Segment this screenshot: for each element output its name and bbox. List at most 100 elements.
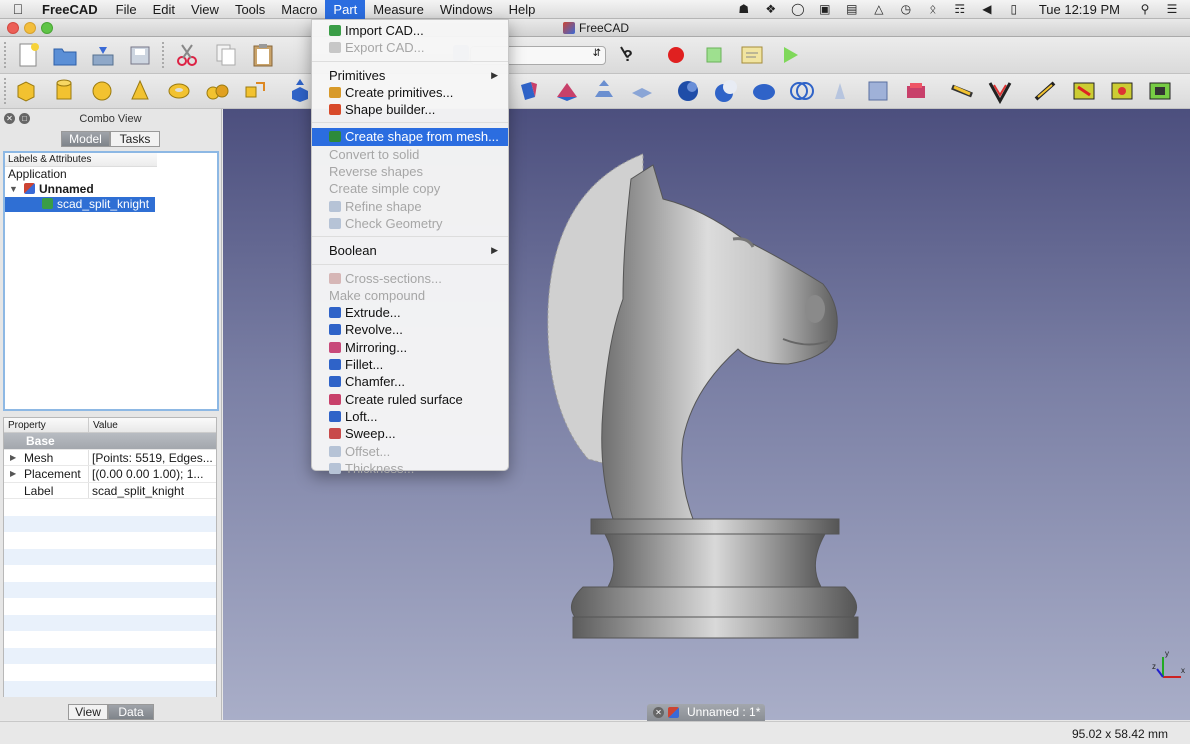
menu-item-fillet[interactable]: Fillet...	[312, 356, 508, 373]
toolbar-grip[interactable]	[4, 78, 8, 104]
menu-item-mirroring[interactable]: Mirroring...	[312, 339, 508, 356]
measure-angular-icon[interactable]	[986, 77, 1014, 105]
bluetooth-icon[interactable]: ᛟ	[925, 3, 941, 16]
expand-arrow-icon[interactable]: ▼	[9, 182, 18, 197]
menu-item-loft[interactable]: Loft...	[312, 408, 508, 425]
measure-linear-icon[interactable]	[948, 77, 976, 105]
float-icon[interactable]: □	[19, 113, 30, 124]
save-icon[interactable]	[89, 41, 117, 69]
spotlight-search-icon[interactable]: ⚲	[1137, 3, 1153, 16]
dropbox-icon[interactable]: ❖	[763, 3, 779, 16]
tree-column-header[interactable]: Labels & Attributes	[5, 153, 157, 167]
new-document-icon[interactable]	[14, 41, 42, 69]
tree-item-application[interactable]: Application	[5, 167, 217, 182]
screen-share-icon[interactable]: ▤	[844, 3, 860, 16]
creative-cloud-icon[interactable]: ◯	[790, 3, 806, 16]
macro-stop-icon[interactable]	[700, 41, 728, 69]
notification-center-icon[interactable]: ☰	[1164, 3, 1180, 16]
menu-item-create-shape-from-mesh[interactable]: Create shape from mesh...	[312, 128, 508, 146]
shape-builder-icon[interactable]	[241, 77, 269, 105]
menu-item-boolean[interactable]: Boolean ▶	[312, 242, 508, 259]
evernote-icon[interactable]: ☗	[736, 3, 752, 16]
compound-tools-icon[interactable]	[902, 77, 930, 105]
property-value[interactable]: [Points: 5519, Edges...	[89, 450, 216, 466]
measure-refresh-icon[interactable]	[1032, 77, 1060, 105]
cut-shapes-icon[interactable]	[712, 77, 740, 105]
menu-item-primitives[interactable]: Primitives ▶	[312, 67, 508, 84]
value-column-header[interactable]: Value	[89, 418, 216, 432]
menu-view[interactable]: View	[183, 0, 227, 19]
menu-item-convert-to-solid[interactable]: Convert to solid	[312, 146, 508, 163]
loft-icon[interactable]	[590, 77, 618, 105]
boolean-icon[interactable]	[674, 77, 702, 105]
macro-edit-icon[interactable]	[738, 41, 766, 69]
extrude-icon[interactable]	[286, 77, 314, 105]
close-icon[interactable]: ✕	[4, 113, 15, 124]
menu-file[interactable]: File	[108, 0, 145, 19]
volume-icon[interactable]: ◀	[979, 3, 995, 16]
menu-macro[interactable]: Macro	[273, 0, 325, 19]
tree-item-document[interactable]: ▼ Unnamed	[5, 182, 217, 197]
menu-item-thickness[interactable]: Thickness...	[312, 460, 508, 477]
menu-item-create-primitives[interactable]: Create primitives...	[312, 84, 508, 101]
whats-this-help-icon[interactable]: ?	[617, 41, 645, 69]
menu-item-shape-builder[interactable]: Shape builder...	[312, 101, 508, 118]
copy-icon[interactable]	[212, 41, 240, 69]
tube-icon[interactable]	[203, 77, 231, 105]
property-row-mesh[interactable]: ▶ Mesh [Points: 5519, Edges...	[4, 449, 216, 466]
facetime-icon[interactable]: ▣	[817, 3, 833, 16]
tab-tasks[interactable]: Tasks	[110, 131, 160, 147]
time-machine-icon[interactable]: ◷	[898, 3, 914, 16]
expand-arrow-icon[interactable]: ▶	[10, 466, 16, 482]
offset-icon[interactable]	[628, 77, 656, 105]
menu-item-cross-sections[interactable]: Cross-sections...	[312, 270, 508, 287]
notification-icon[interactable]: △	[871, 3, 887, 16]
cut-icon[interactable]	[173, 41, 201, 69]
property-row-placement[interactable]: ▶ Placement [(0.00 0.00 1.00); 1...	[4, 466, 216, 483]
menu-edit[interactable]: Edit	[145, 0, 183, 19]
mirror-icon[interactable]	[515, 77, 543, 105]
section-icon[interactable]	[826, 77, 854, 105]
window-minimize-button[interactable]	[24, 22, 36, 34]
measure-toggle-3d-icon[interactable]	[1108, 77, 1136, 105]
tab-view[interactable]: View	[68, 704, 108, 720]
close-icon[interactable]: ✕	[653, 707, 664, 718]
apple-menu-icon[interactable]: 	[0, 1, 36, 17]
menu-item-chamfer[interactable]: Chamfer...	[312, 373, 508, 390]
document-tab[interactable]: ✕ Unnamed : 1*	[647, 704, 765, 721]
cylinder-icon[interactable]	[50, 77, 78, 105]
fuse-icon[interactable]	[750, 77, 778, 105]
menu-item-check-geometry[interactable]: Check Geometry	[312, 215, 508, 232]
torus-icon[interactable]	[165, 77, 193, 105]
menu-item-sweep[interactable]: Sweep...	[312, 425, 508, 442]
menu-windows[interactable]: Windows	[432, 0, 501, 19]
macro-record-icon[interactable]	[662, 41, 690, 69]
menu-item-make-compound[interactable]: Make compound	[312, 287, 508, 304]
save-as-icon[interactable]	[126, 41, 154, 69]
sphere-icon[interactable]	[88, 77, 116, 105]
menu-part[interactable]: Part	[325, 0, 366, 19]
menu-item-revolve[interactable]: Revolve...	[312, 321, 508, 338]
menubar-clock[interactable]: Tue 12:19 PM	[1039, 2, 1120, 17]
app-menu[interactable]: FreeCAD	[36, 2, 108, 17]
menu-item-refine-shape[interactable]: Refine shape	[312, 198, 508, 215]
ruled-surface-icon[interactable]	[553, 77, 581, 105]
measure-toggle-delta-icon[interactable]	[1146, 77, 1174, 105]
wifi-icon[interactable]: ☶	[952, 3, 968, 16]
menu-item-create-simple-copy[interactable]: Create simple copy	[312, 180, 508, 197]
selected-object-row[interactable]: scad_split_knight	[5, 197, 156, 212]
property-row-label[interactable]: Label scad_split_knight	[4, 482, 216, 499]
menu-tools[interactable]: Tools	[227, 0, 273, 19]
tab-model[interactable]: Model	[61, 131, 110, 147]
menu-item-extrude[interactable]: Extrude...	[312, 304, 508, 321]
tab-data[interactable]: Data	[108, 704, 154, 720]
cone-icon[interactable]	[126, 77, 154, 105]
window-zoom-button[interactable]	[41, 22, 53, 34]
menu-item-offset[interactable]: Offset...	[312, 443, 508, 460]
model-tree[interactable]: Labels & Attributes Application ▼ Unname…	[3, 151, 219, 411]
paste-icon[interactable]	[249, 41, 277, 69]
common-icon[interactable]	[788, 77, 816, 105]
toolbar-grip[interactable]	[162, 42, 166, 68]
battery-icon[interactable]: ▯	[1006, 3, 1022, 16]
measure-clear-icon[interactable]	[1070, 77, 1098, 105]
